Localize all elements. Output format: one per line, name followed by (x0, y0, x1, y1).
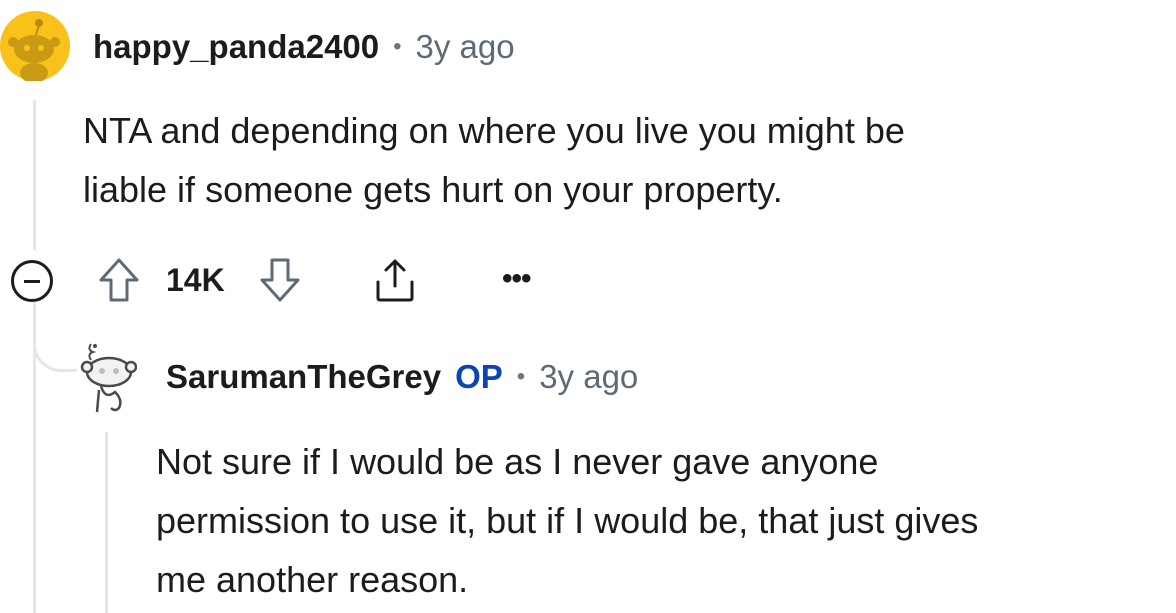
op-badge: OP (455, 358, 503, 395)
reply-body-line: me another reason. (156, 559, 469, 600)
reply-connector-line (33, 302, 77, 372)
reply-thread-line[interactable] (105, 432, 108, 613)
comment-timestamp[interactable]: 3y ago (416, 28, 515, 66)
comment-body-line: NTA and depending on where you live you … (83, 110, 905, 151)
comment-author[interactable]: happy_panda2400 (93, 28, 379, 66)
reply-body-line: Not sure if I would be as I never gave a… (156, 441, 879, 482)
meta-separator: • (516, 363, 526, 390)
comment-header: happy_panda2400 • 3y ago (93, 26, 515, 68)
meta-separator: • (393, 33, 402, 60)
reply-body-line: permission to use it, but if I would be,… (156, 500, 979, 541)
vote-score: 14K (166, 262, 225, 298)
reply-author[interactable]: SarumanTheGrey (166, 358, 441, 396)
arrow-down-icon[interactable] (258, 256, 302, 304)
share-icon[interactable] (372, 256, 418, 304)
minus-glyph (24, 279, 40, 283)
comment-body-line: liable if someone gets hurt on your prop… (83, 169, 783, 210)
snoo-avatar-icon[interactable] (75, 340, 137, 416)
comment-thread: happy_panda2400 • 3y ago NTA and dependi… (0, 0, 1176, 613)
thread-line[interactable] (33, 100, 36, 250)
comment-body: NTA and depending on where you live you … (83, 101, 1143, 219)
arrow-up-icon[interactable] (97, 256, 141, 304)
more-options-button[interactable]: ••• (502, 262, 531, 296)
reply-timestamp[interactable]: 3y ago (539, 358, 638, 396)
minus-circle-icon[interactable] (11, 260, 53, 302)
snoo-avatar-icon[interactable] (0, 11, 70, 81)
reply-header: SarumanTheGrey OP • 3y ago (166, 356, 638, 398)
reply-body: Not sure if I would be as I never gave a… (156, 432, 1176, 609)
